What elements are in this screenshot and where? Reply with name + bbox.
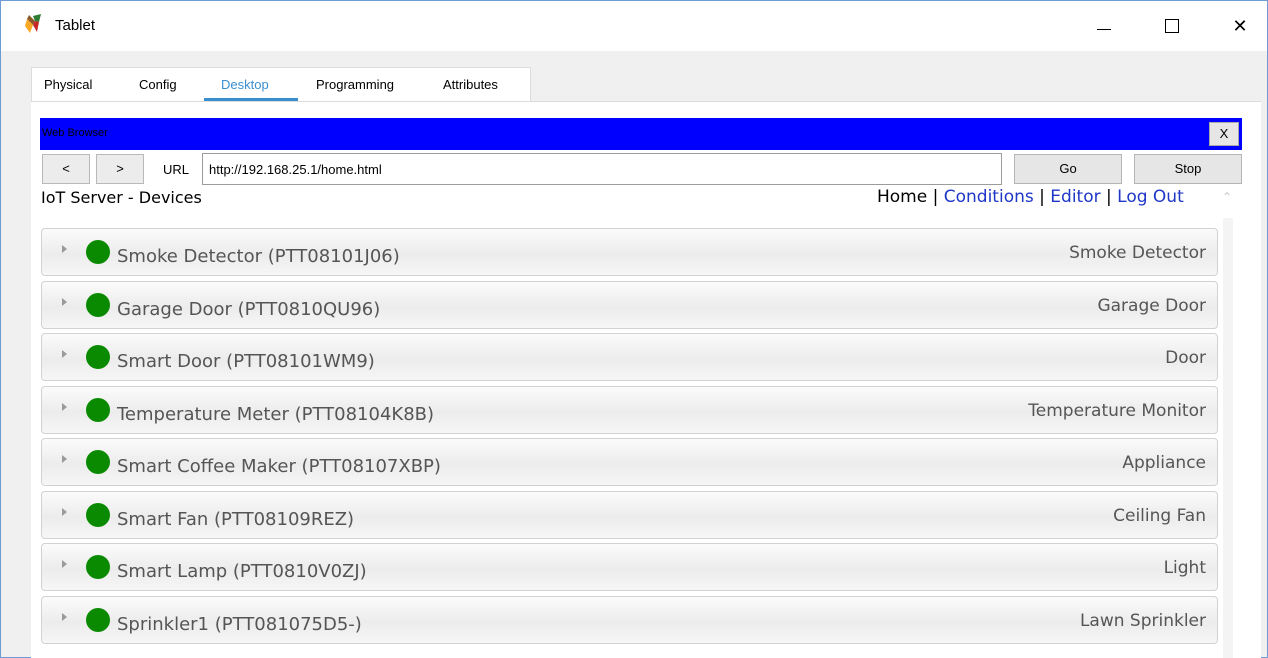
status-dot-icon [86,240,110,264]
expand-arrow-icon[interactable] [62,297,67,306]
status-dot-icon [86,450,110,474]
tab-bar: Physical Config Desktop Programming Attr… [31,67,531,102]
status-dot-icon [86,345,110,369]
status-dot-icon [86,555,110,579]
status-dot-icon [86,397,110,422]
device-name: Sprinkler1 (PTT081075D5-) [117,613,362,635]
logout-link[interactable]: Log Out [1117,187,1184,207]
title-bar: Tablet ✕ [1,1,1267,51]
scroll-up-icon[interactable]: ⌃ [1222,190,1232,204]
device-type: Garage Door [1097,295,1206,316]
expand-arrow-icon[interactable] [62,245,67,253]
tab-desktop[interactable]: Desktop [221,77,269,92]
web-browser-close-button[interactable]: X [1209,122,1239,146]
maximize-button[interactable] [1149,1,1195,51]
expand-arrow-icon[interactable] [62,507,67,516]
stop-button[interactable]: Stop [1134,154,1242,184]
link-separator: | [927,187,944,207]
device-name: Smart Lamp (PTT0810V0ZJ) [117,561,367,582]
device-type: Lawn Sprinkler [1079,610,1206,631]
device-row[interactable]: Sprinkler1 (PTT081075D5-) Lawn Sprinkler [41,595,1218,644]
scrollbar-track[interactable] [1223,218,1233,658]
conditions-link[interactable]: Conditions [944,187,1034,207]
status-dot-icon [86,502,110,527]
link-separator: | [1033,187,1051,207]
device-type: Smoke Detector [1069,243,1206,263]
device-name: Temperature Meter (PTT08104K8B) [117,403,435,425]
device-row[interactable]: Smart Coffee Maker (PTT08107XBP) Applian… [41,438,1218,486]
device-list: Smoke Detector (PTT08101J06) Smoke Detec… [41,228,1218,648]
device-name: Smart Fan (PTT08109REZ) [117,508,355,530]
home-link[interactable]: Home [877,187,927,207]
url-input[interactable] [202,153,1002,185]
url-label: URL [163,162,190,177]
status-dot-icon [86,607,110,632]
device-row[interactable]: Smart Fan (PTT08109REZ) Ceiling Fan [41,490,1218,539]
editor-link[interactable]: Editor [1050,187,1100,207]
tab-physical[interactable]: Physical [44,77,92,92]
window-title: Tablet [55,17,96,34]
go-button[interactable]: Go [1014,154,1122,184]
link-separator: | [1100,187,1118,207]
tab-programming[interactable]: Programming [316,77,394,92]
device-name: Smoke Detector (PTT08101J06) [117,246,400,267]
expand-arrow-icon[interactable] [62,560,67,568]
desktop-content: Web Browser X < > URL Go Stop IoT Server… [31,101,1261,658]
minimize-icon [1097,28,1111,30]
expand-arrow-icon[interactable] [62,612,67,621]
tablet-app-icon [25,14,41,33]
minimize-button[interactable] [1081,1,1127,51]
device-type: Appliance [1122,453,1206,473]
tab-config[interactable]: Config [139,77,177,92]
device-row[interactable]: Garage Door (PTT0810QU96) Garage Door [41,280,1218,329]
device-row[interactable]: Smoke Detector (PTT08101J06) Smoke Detec… [41,228,1218,276]
device-row[interactable]: Smart Lamp (PTT0810V0ZJ) Light [41,543,1218,591]
device-name: Smart Coffee Maker (PTT08107XBP) [117,456,441,477]
expand-arrow-icon[interactable] [62,350,67,358]
expand-arrow-icon[interactable] [62,402,67,411]
device-row[interactable]: Temperature Meter (PTT08104K8B) Temperat… [41,385,1218,434]
device-type: Ceiling Fan [1113,505,1206,526]
device-name: Garage Door (PTT0810QU96) [117,298,381,320]
tab-attributes[interactable]: Attributes [443,77,498,92]
forward-button[interactable]: > [96,154,144,184]
device-name: Smart Door (PTT08101WM9) [117,351,375,372]
web-browser-title: Web Browser [42,127,108,139]
maximize-icon [1165,19,1179,33]
back-button[interactable]: < [42,154,90,184]
device-type: Light [1163,558,1206,578]
web-browser-titlebar: Web Browser X [40,118,1242,150]
page-heading: IoT Server - Devices [41,188,202,207]
device-type: Door [1165,348,1206,368]
device-type: Temperature Monitor [1028,400,1206,421]
close-button[interactable]: ✕ [1217,1,1263,51]
status-dot-icon [86,292,110,317]
expand-arrow-icon[interactable] [62,455,67,463]
tablet-window: Tablet ✕ Physical Config Desktop Program… [0,0,1268,658]
device-row[interactable]: Smart Door (PTT08101WM9) Door [41,333,1218,381]
top-nav-links: Home | Conditions | Editor | Log Out [877,187,1184,207]
